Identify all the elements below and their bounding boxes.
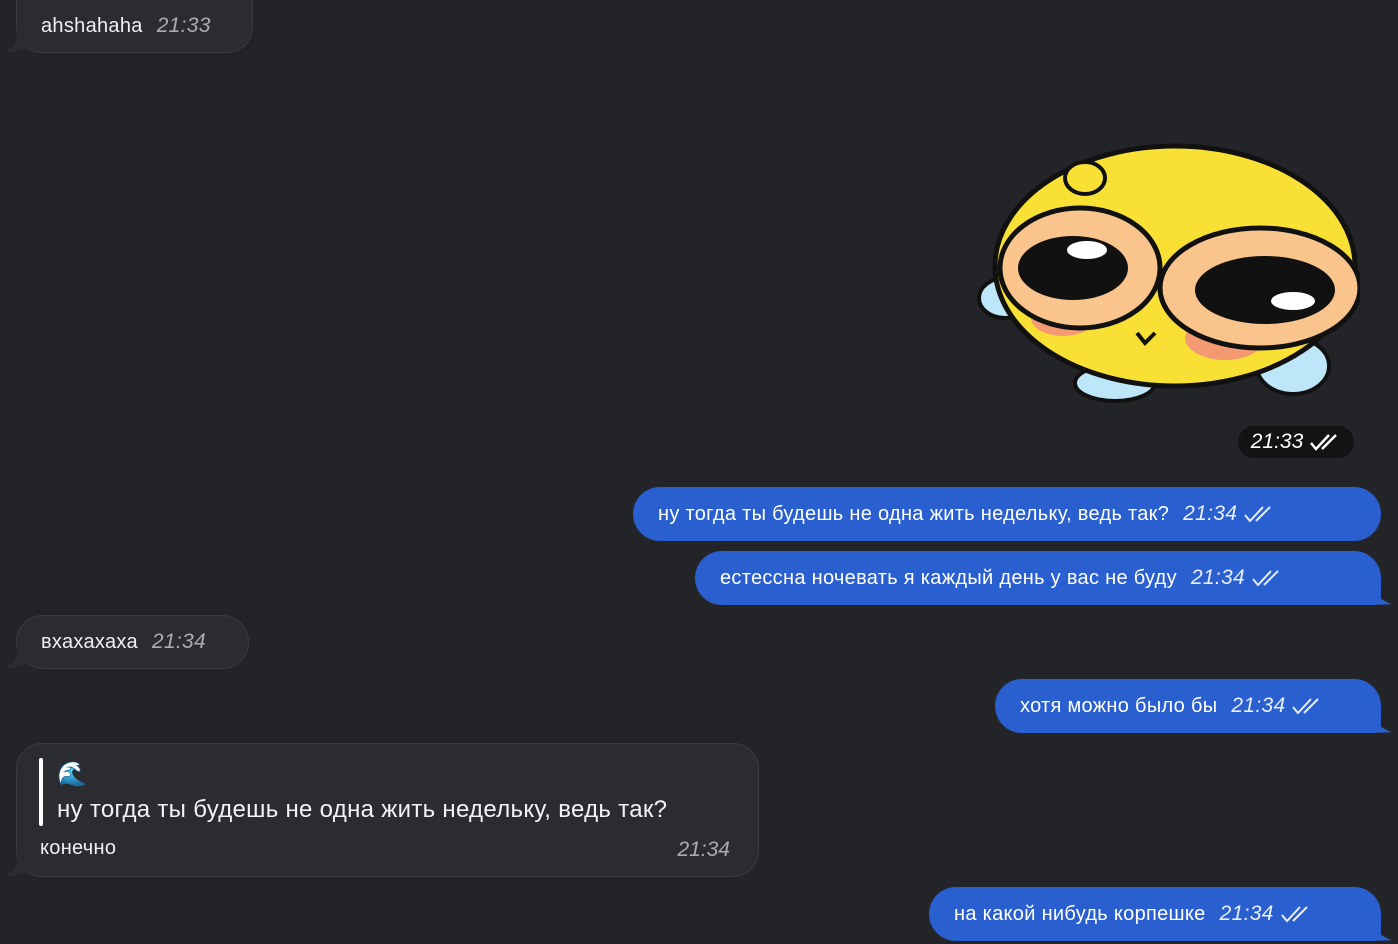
- message-time: 21:33: [156, 14, 211, 37]
- reply-bar: [39, 758, 43, 826]
- bubble-tail: [4, 647, 26, 669]
- bubble-tail: [4, 31, 26, 53]
- message-text: ahshahaha: [41, 14, 143, 37]
- message-time: 21:34: [1219, 902, 1274, 925]
- message-text: хотя можно было бы: [1020, 694, 1218, 717]
- message-text: ну тогда ты будешь не одна жить недельку…: [658, 502, 1170, 525]
- wave-emoji-icon: 🌊: [57, 761, 87, 788]
- reply-quote-text[interactable]: ну тогда ты будешь не одна жить недельку…: [57, 796, 667, 824]
- message-text: на какой нибудь корпешке: [954, 902, 1206, 925]
- message-time: 21:34: [677, 838, 730, 861]
- double-check-icon: [1244, 506, 1271, 523]
- message-bubble-outgoing[interactable]: ну тогда ты будешь не одна жить недельку…: [633, 487, 1381, 541]
- message-bubble-outgoing[interactable]: на какой нибудь корпешке 21:34: [929, 887, 1381, 941]
- double-check-icon: [1252, 570, 1279, 587]
- message-bubble-incoming[interactable]: вхахахаха 21:34: [16, 615, 249, 669]
- bubble-tail: [1372, 919, 1392, 941]
- bubble-tail: [1372, 711, 1392, 733]
- sticker-time: 21:33: [1238, 426, 1354, 458]
- message-text: естессна ночевать я каждый день у вас не…: [720, 566, 1177, 589]
- bubble-tail: [4, 855, 26, 877]
- message-text: вхахахаха: [41, 630, 138, 653]
- message-time: 21:34: [1183, 502, 1238, 525]
- message-bubble-incoming[interactable]: ahshahaha 21:33: [16, 0, 253, 53]
- sticker[interactable]: [975, 138, 1360, 413]
- message-time: 21:34: [1190, 566, 1246, 589]
- double-check-icon: [1280, 906, 1308, 923]
- message-text: конечно: [40, 837, 117, 859]
- message-bubble-outgoing[interactable]: хотя можно было бы 21:34: [995, 679, 1381, 733]
- double-check-icon: [1292, 698, 1320, 715]
- bubble-tail: [1372, 583, 1392, 605]
- message-time: 21:34: [151, 630, 206, 653]
- message-time: 21:34: [1231, 694, 1286, 717]
- double-check-icon: [1310, 434, 1338, 451]
- message-bubble-outgoing[interactable]: естессна ночевать я каждый день у вас не…: [695, 551, 1381, 605]
- message-bubble-reply[interactable]: 🌊 ну тогда ты будешь не одна жить недель…: [16, 743, 759, 877]
